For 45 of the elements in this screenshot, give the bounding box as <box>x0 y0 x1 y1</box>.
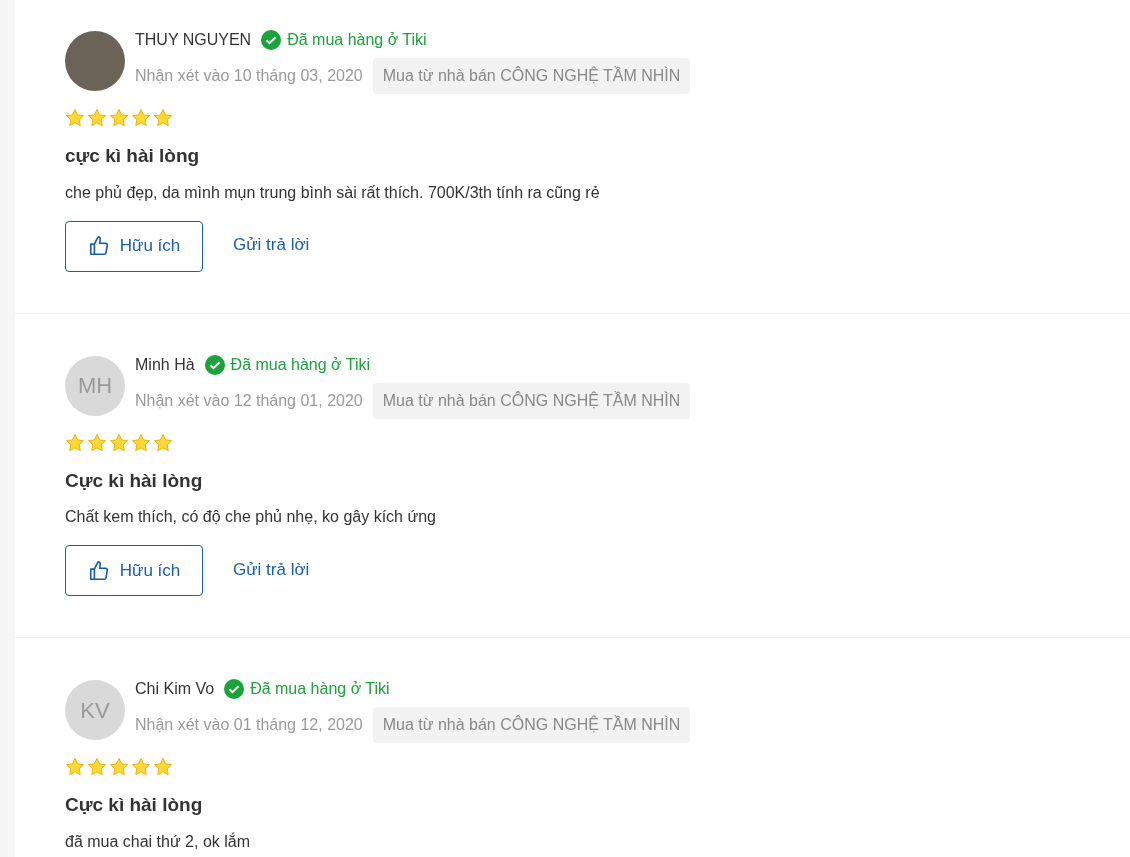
star-icon <box>153 108 173 128</box>
star-icon <box>87 757 107 777</box>
seller-badge: Mua từ nhà bán CÔNG NGHỆ TẦM NHÌN <box>372 382 691 419</box>
review-title: cực kì hài lòng <box>65 144 201 168</box>
reviewer-name: Chi Kim Vo <box>135 679 215 699</box>
check-icon <box>204 354 225 375</box>
star-icon <box>109 108 129 128</box>
star-icon <box>131 108 151 128</box>
helpful-button[interactable]: Hữu ích <box>65 545 203 596</box>
initials-avatar: MH <box>65 355 125 416</box>
star-icon <box>65 108 85 128</box>
review-title: Cực kì hài lòng <box>65 468 204 493</box>
review-date: Nhận xét vào 01 tháng 12, 2020 <box>135 715 363 735</box>
star-icon <box>65 432 85 453</box>
star-icon <box>153 432 173 453</box>
purchase-verified-label: Đã mua hàng ở Tiki <box>230 354 371 375</box>
star-icon <box>109 432 129 453</box>
seller-badge: Mua từ nhà bán CÔNG NGHỆ TẦM NHÌN <box>372 707 691 743</box>
review-text: che phủ đẹp, da mình mụn trung bình sài rất thích. 700K/3th tính ra cũng rẻ <box>65 182 601 203</box>
star-icon <box>65 757 85 777</box>
thumbs-up-icon <box>87 559 110 582</box>
star-icon <box>153 757 173 777</box>
star-icon <box>131 757 151 777</box>
star-icon <box>131 432 151 453</box>
review-title: Cực kì hài lòng <box>65 793 204 817</box>
purchase-verified-label: Đã mua hàng ở Tiki <box>287 30 427 50</box>
review-date: Nhận xét vào 10 tháng 03, 2020 <box>135 66 363 86</box>
review-date: Nhận xét vào 12 tháng 01, 2020 <box>135 390 363 411</box>
review-text: đã mua chai thứ 2, ok lắm <box>65 831 252 852</box>
helpful-button[interactable]: Hữu ích <box>65 220 203 272</box>
reply-link[interactable]: Gửi trả lời <box>233 232 310 258</box>
initials-avatar: KV <box>65 680 125 740</box>
avatar-photo-placeholder <box>65 31 125 91</box>
reviewer-name: THUY NGUYEN <box>135 30 252 50</box>
purchase-verified-label: Đã mua hàng ở Tiki <box>250 679 390 699</box>
reply-link[interactable]: Gửi trả lời <box>233 556 310 583</box>
check-icon <box>261 30 282 50</box>
star-icon <box>87 432 107 453</box>
review-text: Chất kem thích, có độ che phủ nhẹ, ko gây kích ứng <box>65 507 437 527</box>
star-icon <box>109 757 129 777</box>
check-icon <box>224 679 245 699</box>
reviewer-name: Minh Hà <box>135 354 195 375</box>
thumbs-up-icon <box>87 235 110 257</box>
seller-badge: Mua từ nhà bán CÔNG NGHỆ TẦM NHÌN <box>372 58 691 94</box>
star-icon <box>87 108 107 128</box>
